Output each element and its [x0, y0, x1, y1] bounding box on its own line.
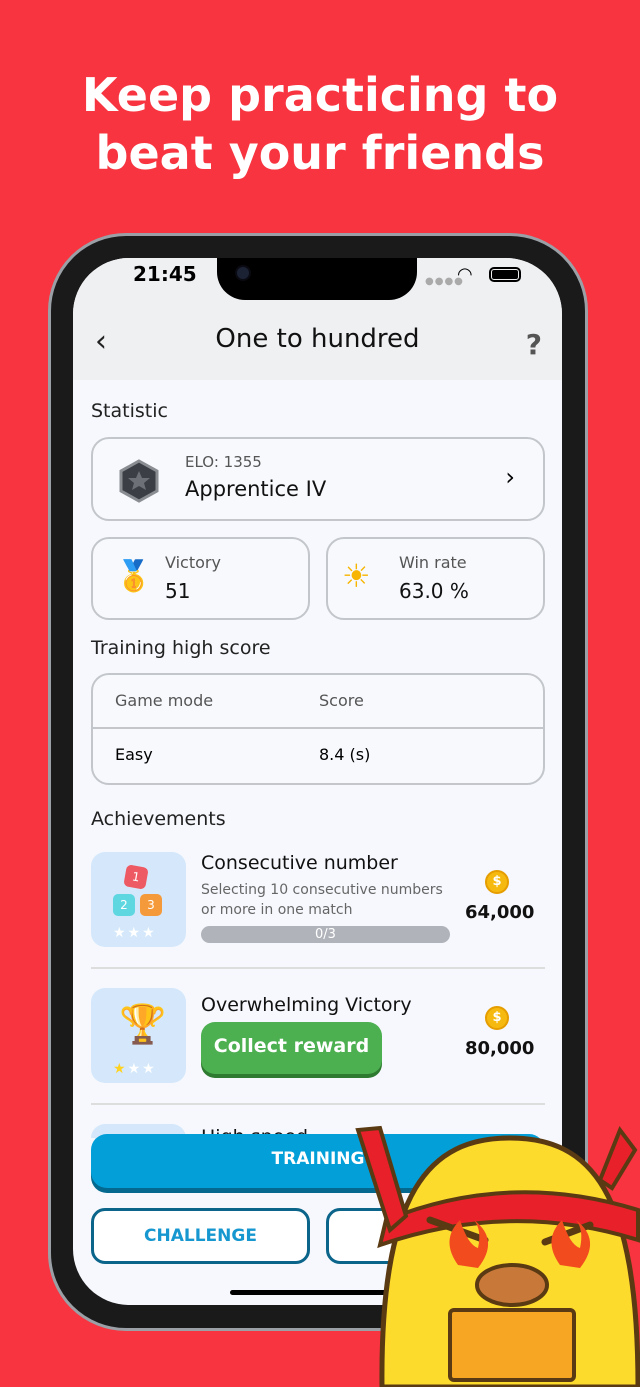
mascot-duck-icon — [355, 1125, 640, 1387]
stars-rating: ★★★ — [113, 1061, 157, 1077]
statistic-heading: Statistic — [91, 400, 168, 422]
row-mode: Easy — [115, 745, 153, 764]
training-heading: Training high score — [91, 637, 271, 659]
reward-amount: 64,000 — [465, 902, 535, 923]
medal-icon: 🥇 — [115, 559, 153, 594]
winrate-value: 63.0 % — [399, 579, 469, 603]
battery-icon — [489, 267, 521, 282]
winrate-label: Win rate — [399, 553, 467, 572]
row-score: 8.4 (s) — [319, 745, 371, 764]
status-time: 21:45 — [133, 262, 197, 286]
coin-icon: $ — [485, 870, 509, 894]
number-blocks-icon: 1 2 3 ★★★ — [91, 852, 186, 947]
winrate-card: ☀ Win rate 63.0 % — [326, 537, 545, 620]
victory-label: Victory — [165, 553, 221, 572]
header-bar: 21:45 ●●●● ◠ ‹ One to hundred ? — [73, 258, 562, 380]
achievement-name: Consecutive number — [201, 852, 398, 874]
coin-icon: $ — [485, 1006, 509, 1030]
progress-bar: 0/3 — [201, 926, 450, 943]
stars-rating: ★★★ — [113, 925, 157, 941]
camera-icon — [235, 265, 251, 281]
elo-label: ELO: 1355 — [185, 453, 262, 471]
column-game-mode: Game mode — [115, 691, 214, 710]
achievement-name: Overwhelming Victory — [201, 994, 412, 1016]
rank-name: Apprentice IV — [185, 477, 327, 501]
trophy-icon: 🏆 ★★★ — [91, 988, 186, 1083]
achievement-item: 🏆 ★★★ Overwhelming Victory Collect rewar… — [91, 988, 545, 1088]
wifi-icon: ◠ — [457, 264, 473, 285]
divider — [91, 967, 545, 969]
achievement-description: Selecting 10 consecutive numbers or more… — [201, 882, 443, 918]
victory-card: 🥇 Victory 51 — [91, 537, 310, 620]
column-score: Score — [319, 691, 364, 710]
chevron-right-icon: › — [505, 463, 515, 491]
headline-line-1: Keep practicing to — [81, 68, 559, 122]
highscore-table: Game mode Score Easy 8.4 (s) — [91, 673, 545, 785]
collect-reward-button[interactable]: Collect reward — [201, 1022, 382, 1074]
help-button[interactable]: ? — [526, 328, 542, 361]
sun-icon: ☀ — [342, 557, 371, 595]
page-title: One to hundred — [215, 324, 420, 354]
victory-value: 51 — [165, 579, 191, 603]
divider — [91, 1103, 545, 1105]
achievement-item: 1 2 3 ★★★ Consecutive number Selecting 1… — [91, 852, 545, 952]
headline: Keep practicing to beat your friends — [0, 66, 640, 182]
table-divider — [93, 727, 543, 729]
reward-amount: 80,000 — [465, 1038, 535, 1059]
challenge-button[interactable]: CHALLENGE — [91, 1208, 310, 1264]
headline-line-2: beat your friends — [95, 126, 545, 180]
achievements-heading: Achievements — [91, 808, 226, 830]
rank-card[interactable]: ELO: 1355 Apprentice IV › — [91, 437, 545, 521]
rank-badge-icon — [119, 459, 159, 503]
